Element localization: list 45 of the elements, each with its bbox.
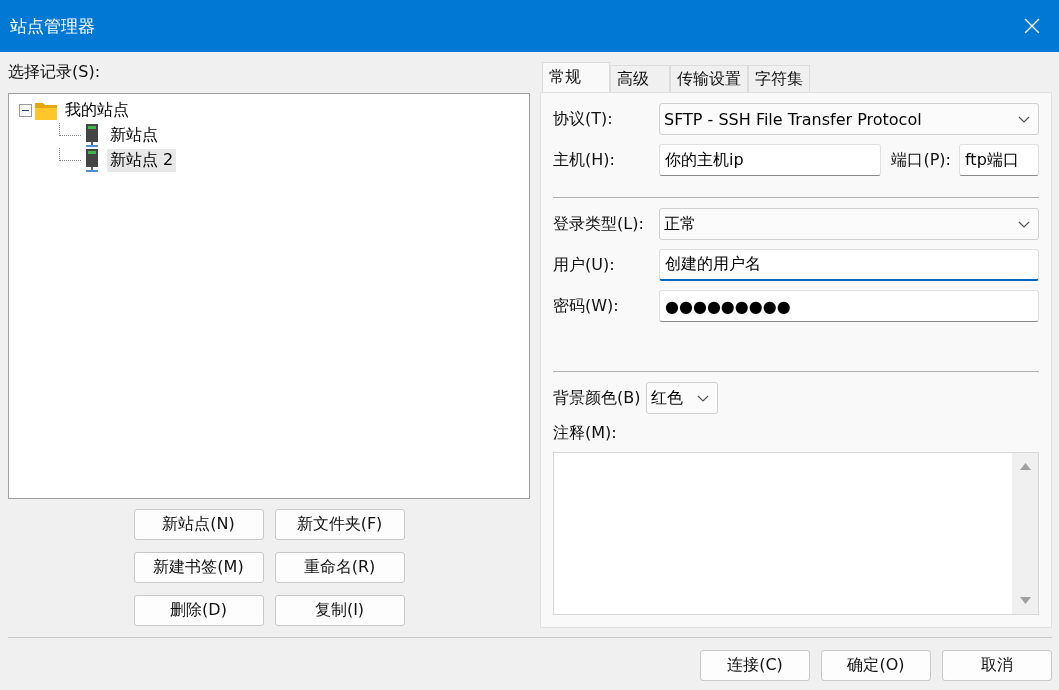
server-icon xyxy=(85,148,99,173)
tab[interactable]: 传输设置 xyxy=(670,65,748,92)
field-label: 登录类型(L): xyxy=(553,213,645,235)
color-dropdown[interactable]: 红色 xyxy=(646,382,719,414)
field-label: 密码(W): xyxy=(553,295,620,317)
protocol-dropdown[interactable]: SFTP - SSH File Transfer Protocol xyxy=(659,103,1039,135)
action-button[interactable]: 新文件夹(F) xyxy=(274,509,405,540)
field-label: 端口(P): xyxy=(891,149,951,171)
chevron-down-icon xyxy=(697,394,710,402)
action-button[interactable]: 删除(D) xyxy=(133,595,264,626)
tab[interactable]: 高级 xyxy=(610,65,670,92)
tree-item[interactable]: 新站点 xyxy=(107,124,161,147)
logon-type-dropdown[interactable]: 正常 xyxy=(659,208,1039,240)
tree-label: 选择记录(S): xyxy=(8,62,102,83)
window-title: 站点管理器 xyxy=(10,14,95,38)
field-label: 注释(M): xyxy=(553,423,618,444)
chevron-down-icon xyxy=(1018,220,1030,228)
folder-icon xyxy=(34,100,58,121)
server-icon xyxy=(85,123,99,148)
port-field[interactable]: ftp端口 xyxy=(959,144,1039,176)
action-button[interactable]: 复制(I) xyxy=(274,595,405,626)
field-label: 主机(H): xyxy=(553,149,616,171)
tab[interactable]: 常规 xyxy=(542,62,610,92)
tree-item[interactable]: 我的站点 xyxy=(62,99,132,122)
dialog-button[interactable]: 取消 xyxy=(942,650,1052,681)
action-button[interactable]: 新建书签(M) xyxy=(133,552,264,583)
field-label: 协议(T): xyxy=(553,108,614,130)
scrollbar[interactable] xyxy=(1012,453,1038,614)
collapse-toggle-icon[interactable] xyxy=(19,104,32,117)
user-field[interactable]: 创建的用户名 xyxy=(659,249,1039,281)
action-button[interactable]: 新站点(N) xyxy=(133,509,264,540)
comments-field[interactable] xyxy=(553,452,1039,615)
chevron-down-icon xyxy=(1018,115,1030,123)
field-label: 用户(U): xyxy=(553,254,616,276)
action-button[interactable]: 重命名(R) xyxy=(274,552,405,583)
dialog-button[interactable]: 连接(C) xyxy=(700,650,810,681)
dialog-button[interactable]: 确定(O) xyxy=(821,650,931,681)
down-arrow-icon xyxy=(1019,597,1031,604)
field-label: 背景颜色(B) xyxy=(553,387,641,409)
close-icon xyxy=(1024,18,1040,34)
tree-item[interactable]: 新站点 2 xyxy=(107,149,177,172)
host-field[interactable]: 你的主机ip xyxy=(659,144,882,176)
tab[interactable]: 字符集 xyxy=(748,65,810,92)
up-arrow-icon xyxy=(1019,463,1031,470)
password-field[interactable]: ●●●●●●●●● xyxy=(659,290,1039,322)
